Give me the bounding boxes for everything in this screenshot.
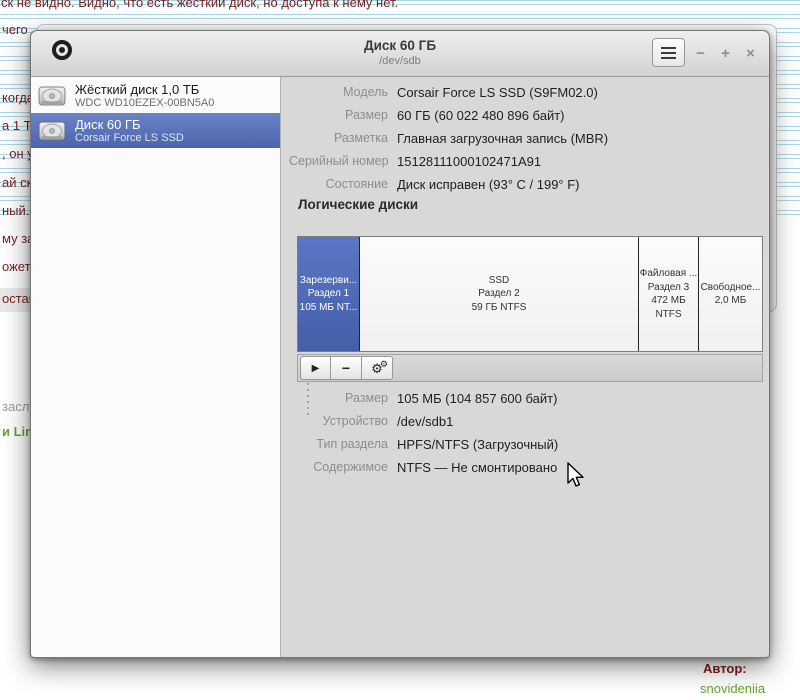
page-text-fragment: ный. [2,203,29,218]
info-value: 105 МБ (104 857 600 байт) [397,387,769,410]
info-label: Содержимое [289,456,388,479]
maximize-button[interactable]: + [713,44,738,64]
drive-details-pane: Модель Corsair Force LS SSD (S9FM02.0) Р… [281,77,769,657]
info-label: Тип раздела [289,433,388,456]
pane-splitter-handle[interactable] [307,383,309,415]
info-label: Разметка [289,127,388,150]
info-label: Размер [289,387,388,410]
volumes-section-title: Логические диски [298,197,418,212]
info-value: /dev/sdb1 [397,410,769,433]
minimize-button[interactable]: − [688,44,713,64]
delete-partition-button[interactable]: − [331,356,362,380]
partition-options-button[interactable]: ⚙ ⚙ [362,356,393,380]
hamburger-menu-button[interactable] [652,38,685,67]
window-title: Диск 60 ГБ [151,37,649,55]
info-value: 60 ГБ (60 022 480 896 байт) [397,104,769,127]
disks-window: Диск 60 ГБ /dev/sdb − + × [30,30,770,658]
drive-info-grid: Модель Corsair Force LS SSD (S9FM02.0) Р… [289,81,769,196]
disk-subtitle: Corsair Force LS SSD [75,132,184,145]
partition-free-space[interactable]: Свободное... 2,0 МБ [698,237,762,351]
info-label: Модель [289,81,388,104]
disk-subtitle: WDC WD10EZEX-00BN5A0 [75,97,214,110]
disk-list-sidebar: Жёсткий диск 1,0 ТБ WDC WD10EZEX-00BN5A0… [31,77,281,657]
partition-bar: Зарезерви... Раздел 1 105 МБ NT... SSD Р… [297,236,763,352]
disk-title: Диск 60 ГБ [75,117,184,132]
info-value: 15128111000102471A91 [397,150,769,173]
play-icon: ▶ [312,363,320,374]
info-value: Corsair Force LS SSD (S9FM02.0) [397,81,769,104]
disk-app-icon [52,40,72,60]
page-text-fragment: а 1 Т [2,118,32,133]
info-value: Главная загрузочная запись (MBR) [397,127,769,150]
gears-icon-small: ⚙ [380,360,388,369]
minus-icon: − [342,363,350,373]
partition-filesystem[interactable]: Файловая ... Раздел 3 472 МБ NTFS [638,237,698,351]
page-text-fragment: , он у [2,146,34,161]
page-text-fragment: чего [2,22,28,37]
hard-disk-icon [37,119,67,143]
sidebar-item-hdd[interactable]: Жёсткий диск 1,0 ТБ WDC WD10EZEX-00BN5A0 [31,78,280,113]
mount-button[interactable]: ▶ [300,356,331,380]
window-subtitle: /dev/sdb [151,55,649,68]
author-link[interactable]: snovideniia [700,681,765,696]
info-label: Серийный номер [289,150,388,173]
close-button[interactable]: × [738,44,763,64]
page-text-fragment: ай ск [2,175,32,190]
info-label: Состояние [289,173,388,196]
titlebar[interactable]: Диск 60 ГБ /dev/sdb − + × [31,31,769,77]
partition-info-grid: Размер 105 МБ (104 857 600 байт) Устройс… [289,387,769,479]
sidebar-item-ssd-selected[interactable]: Диск 60 ГБ Corsair Force LS SSD [31,113,280,148]
info-label: Размер [289,104,388,127]
info-value: NTFS — Не смонтировано [397,456,769,479]
info-value: Диск исправен (93° C / 199° F) [397,173,769,196]
page-text-top: ск не видно. Видно, что есть жесткий дис… [1,0,398,10]
volume-toolbar: ▶ − ⚙ ⚙ [297,354,763,382]
info-value: HPFS/NTFS (Загрузочный) [397,433,769,456]
page-text-fragment: ожет [2,259,31,274]
partition-ssd[interactable]: SSD Раздел 2 59 ГБ NTFS [359,237,638,351]
author-label: Автор: [703,661,747,676]
hamburger-icon [661,47,676,49]
info-label: Устройство [289,410,388,433]
hard-disk-icon [37,84,67,108]
partition-reserved[interactable]: Зарезерви... Раздел 1 105 МБ NT... [298,237,359,351]
disk-title: Жёсткий диск 1,0 ТБ [75,82,214,97]
